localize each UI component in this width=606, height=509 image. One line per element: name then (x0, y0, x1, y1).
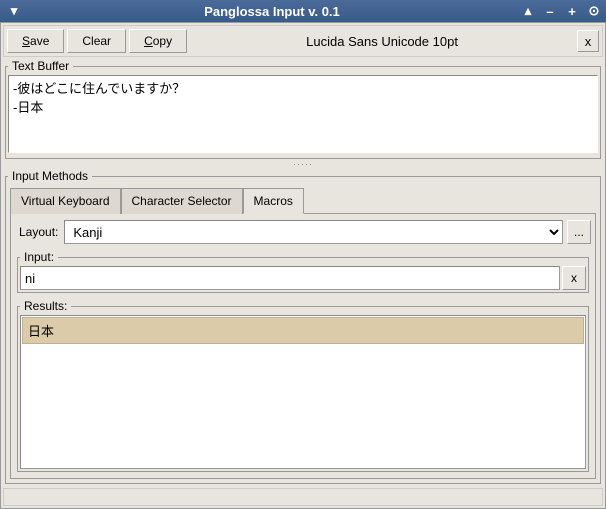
splitter-dots-icon: ····· (293, 159, 313, 169)
save-button[interactable]: Save (7, 29, 64, 53)
tab-body-macros: Layout: Kanji ... Input: x Results: (10, 214, 596, 479)
layout-browse-button[interactable]: ... (567, 220, 591, 244)
text-buffer-textarea[interactable] (8, 75, 598, 153)
tab-virtual-keyboard[interactable]: Virtual Keyboard (10, 188, 121, 214)
input-methods-fieldset: Input Methods Virtual Keyboard Character… (5, 169, 601, 484)
status-bar (3, 488, 603, 506)
toolbar-close-button[interactable]: x (577, 30, 599, 52)
window-title: Panglossa Input v. 0.1 (24, 4, 520, 19)
tab-character-selector[interactable]: Character Selector (121, 188, 243, 214)
input-fieldset: Input: x (17, 250, 589, 293)
tab-macros[interactable]: Macros (243, 188, 304, 214)
input-clear-button[interactable]: x (562, 266, 586, 290)
layout-row: Layout: Kanji ... (15, 218, 591, 246)
results-legend: Results: (20, 299, 71, 313)
text-buffer-legend: Text Buffer (8, 59, 73, 73)
tabs-bar: Virtual Keyboard Character Selector Macr… (10, 187, 596, 214)
close-icon[interactable]: ⊙ (586, 3, 602, 19)
clear-button[interactable]: Clear (67, 29, 126, 53)
layout-select[interactable]: Kanji (64, 220, 563, 244)
toolbar: Save Clear Copy Lucida Sans Unicode 10pt… (3, 25, 603, 57)
minimize-icon[interactable]: – (542, 3, 558, 19)
copy-button[interactable]: Copy (129, 29, 187, 53)
results-fieldset: Results: 日本 (17, 299, 589, 472)
results-list: 日本 (20, 315, 586, 469)
input-methods-legend: Input Methods (8, 169, 92, 183)
splitter-handle[interactable]: ····· (3, 161, 603, 167)
input-field[interactable] (20, 266, 560, 290)
menu-icon[interactable]: ▾ (6, 3, 22, 19)
text-buffer-fieldset: Text Buffer (5, 59, 601, 159)
maximize-icon[interactable]: + (564, 3, 580, 19)
window-body: Save Clear Copy Lucida Sans Unicode 10pt… (0, 22, 606, 509)
window-titlebar: ▾ Panglossa Input v. 0.1 ▴ – + ⊙ (0, 0, 606, 22)
rollup-icon[interactable]: ▴ (520, 3, 536, 19)
result-item[interactable]: 日本 (22, 317, 584, 344)
input-legend: Input: (20, 250, 58, 264)
layout-label: Layout: (15, 225, 62, 239)
font-label: Lucida Sans Unicode 10pt (190, 34, 574, 49)
